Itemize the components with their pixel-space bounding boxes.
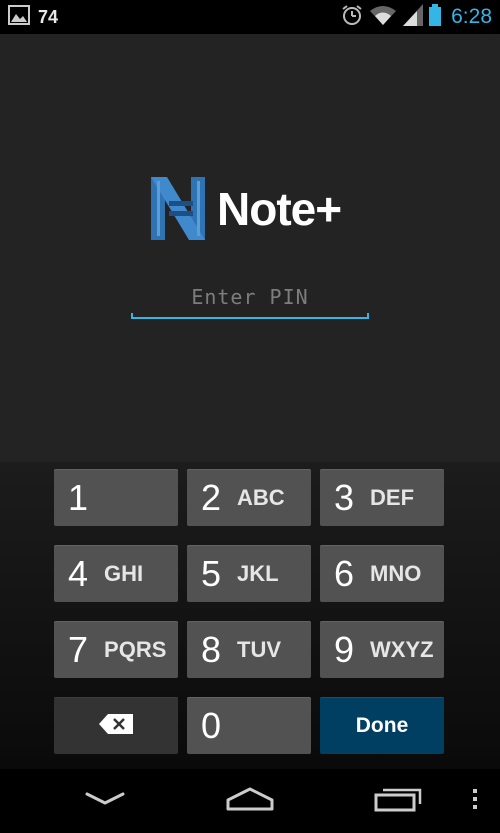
key-letters: GHI: [104, 560, 144, 586]
pin-field-container: [131, 279, 369, 319]
key-digit: 1: [68, 476, 89, 518]
recent-apps-button[interactable]: [356, 769, 440, 833]
status-bar-right: 6:28: [341, 0, 492, 34]
clock-time: 6:28: [451, 5, 492, 28]
key-8[interactable]: 8 TUV: [187, 621, 311, 678]
status-bar: 74 6:28: [0, 0, 500, 34]
home-icon: [225, 786, 275, 817]
alarm-icon: [341, 4, 363, 31]
key-9[interactable]: 9 WXYZ: [320, 621, 444, 678]
signal-icon: [403, 3, 424, 31]
pin-input[interactable]: [131, 279, 369, 315]
key-letters: ABC: [237, 484, 285, 510]
back-icon: [84, 791, 126, 812]
back-button[interactable]: [64, 769, 146, 833]
key-digit: 2: [201, 476, 222, 518]
key-6[interactable]: 6 MNO: [320, 545, 444, 602]
key-5[interactable]: 5 JKL: [187, 545, 311, 602]
key-digit: 9: [334, 628, 355, 670]
key-letters: JKL: [237, 560, 279, 586]
battery-icon: [429, 3, 442, 31]
done-button[interactable]: Done: [320, 697, 444, 754]
key-3[interactable]: 3 DEF: [320, 469, 444, 526]
wifi-icon: [369, 4, 397, 31]
overflow-menu-icon: [472, 788, 478, 815]
key-7[interactable]: 7 PQRS: [54, 621, 178, 678]
app-title: Note+: [217, 183, 342, 235]
key-digit: 8: [201, 628, 222, 670]
status-bar-left: 74: [8, 0, 58, 34]
numeric-keypad: 1 2 ABC 3 DEF 4 GHI 5 JKL 6 MNO 7 PQRS 8…: [0, 462, 500, 769]
key-letters: WXYZ: [370, 636, 434, 662]
pin-screen: Note+: [0, 34, 500, 462]
key-1[interactable]: 1: [54, 469, 178, 526]
key-letters: TUV: [237, 636, 282, 662]
notification-count: 74: [38, 6, 59, 27]
key-letters: PQRS: [104, 636, 167, 662]
key-4[interactable]: 4 GHI: [54, 545, 178, 602]
delete-key[interactable]: [54, 697, 178, 754]
pin-input-underline: [131, 313, 369, 319]
key-digit: 7: [68, 628, 89, 670]
key-letters: DEF: [370, 484, 415, 510]
key-0[interactable]: 0: [187, 697, 311, 754]
key-digit: 4: [68, 552, 89, 594]
image-icon: [8, 4, 30, 30]
key-letters: MNO: [370, 560, 422, 586]
key-digit: 5: [201, 552, 222, 594]
overflow-menu-button[interactable]: [460, 769, 490, 833]
home-button[interactable]: [208, 769, 292, 833]
key-digit: 0: [201, 704, 222, 746]
key-digit: 6: [334, 552, 355, 594]
key-digit: 3: [334, 476, 355, 518]
recent-apps-icon: [374, 786, 422, 817]
backspace-icon: [99, 714, 133, 737]
key-2[interactable]: 2 ABC: [187, 469, 311, 526]
note-plus-logo: [151, 177, 205, 240]
navigation-bar: [0, 769, 500, 833]
